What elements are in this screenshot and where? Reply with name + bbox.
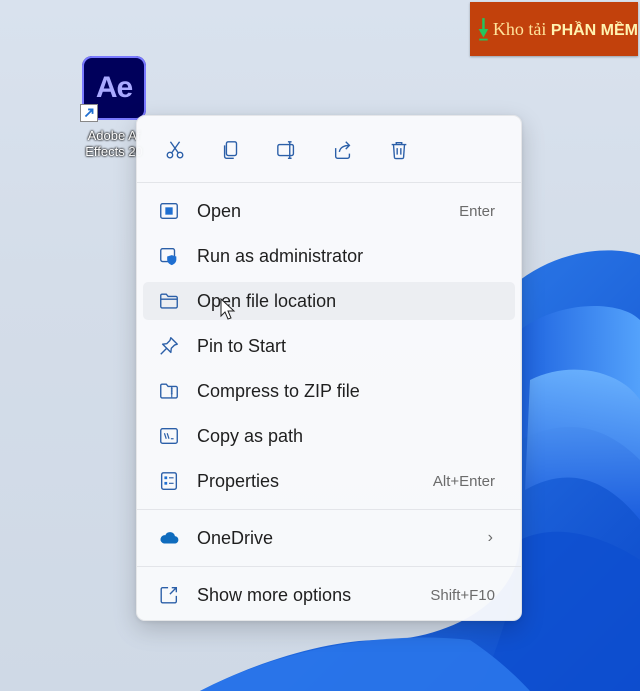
chevron-right-icon: › (487, 529, 493, 546)
menu-item-label: Open (197, 200, 242, 221)
share-button[interactable] (315, 130, 371, 170)
mouse-cursor-icon (220, 298, 236, 320)
shortcut-hint: Enter (459, 202, 495, 220)
menu-divider (137, 182, 521, 183)
menu-item-label: Open file location (197, 290, 337, 311)
menu-item-properties[interactable]: Properties Alt+Enter (143, 462, 515, 500)
menu-divider (137, 509, 521, 510)
menu-item-label: OneDrive (197, 527, 274, 548)
download-arrow-icon (478, 18, 489, 41)
shield-icon (157, 244, 181, 268)
menu-item-onedrive[interactable]: OneDrive › (143, 519, 515, 557)
cut-icon (166, 141, 184, 159)
copy-icon (223, 141, 238, 159)
menu-item-label: Copy as path (197, 425, 304, 446)
delete-icon (391, 141, 407, 160)
quick-actions-bar (147, 130, 427, 170)
properties-icon (157, 469, 181, 493)
menu-item-show-more-options[interactable]: Show more options Shift+F10 (143, 576, 515, 614)
menu-item-label: Run as administrator (197, 245, 364, 266)
menu-divider (137, 566, 521, 567)
menu-item-compress-zip[interactable]: Compress to ZIP file (143, 372, 515, 410)
menu-item-pin-to-start[interactable]: Pin to Start (143, 327, 515, 365)
menu-item-run-as-admin[interactable]: Run as administrator (143, 237, 515, 275)
watermark-text: Kho tải PHẦN MỀM (492, 18, 638, 39)
cut-button[interactable] (147, 130, 203, 170)
context-menu: Open Enter Run as administrator Open fil… (136, 115, 522, 621)
menu-item-open[interactable]: Open Enter (143, 192, 515, 230)
menu-item-label: Show more options (197, 584, 352, 605)
show-more-icon (157, 583, 181, 607)
menu-item-label: Properties (197, 470, 280, 491)
folder-icon (157, 289, 181, 313)
open-icon (157, 199, 181, 223)
rename-icon (277, 141, 295, 159)
menu-item-label: Compress to ZIP file (197, 380, 360, 401)
zip-icon (157, 379, 181, 403)
menu-item-copy-as-path[interactable]: Copy as path (143, 417, 515, 455)
watermark-logo: Kho tải PHẦN MỀM (470, 2, 638, 56)
copy-button[interactable] (203, 130, 259, 170)
delete-button[interactable] (371, 130, 427, 170)
menu-item-label: Pin to Start (197, 335, 287, 356)
cloud-icon (157, 526, 181, 550)
share-icon (334, 141, 351, 159)
menu-item-open-file-location[interactable]: Open file location (143, 282, 515, 320)
shortcut-arrow-icon (80, 104, 98, 122)
shortcut-hint: Alt+Enter (432, 472, 495, 490)
rename-button[interactable] (259, 130, 315, 170)
shortcut-hint: Shift+F10 (430, 586, 495, 604)
copy-path-icon (157, 424, 181, 448)
pin-icon (157, 334, 181, 358)
